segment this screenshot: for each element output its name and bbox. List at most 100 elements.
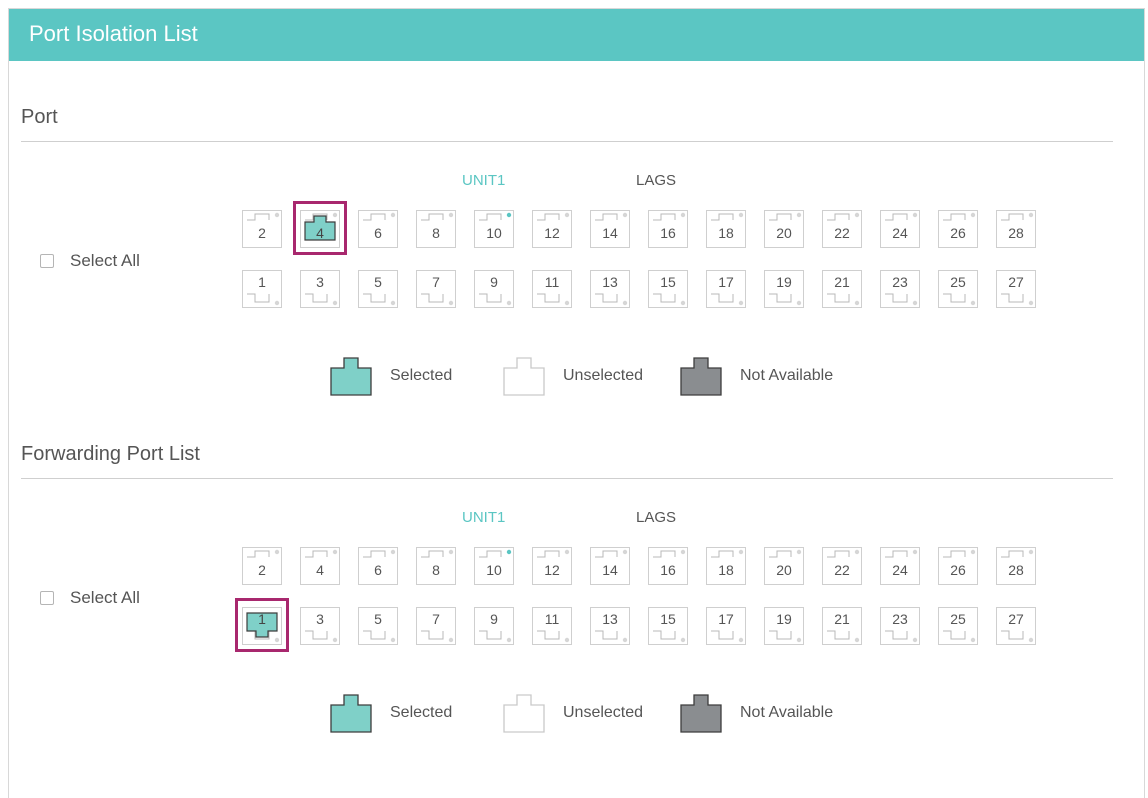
port-4[interactable]: 4 xyxy=(293,201,347,255)
port-number: 6 xyxy=(374,225,382,241)
port-6[interactable]: 6 xyxy=(358,547,398,585)
legend-swatch-icon xyxy=(680,693,722,733)
port-23[interactable]: 23 xyxy=(880,607,920,645)
port-2[interactable]: 2 xyxy=(242,210,282,248)
legend-unselected: Unselected xyxy=(503,693,643,733)
port-number: 8 xyxy=(432,225,440,241)
port-number: 16 xyxy=(660,225,676,241)
legend-selected: Selected xyxy=(330,693,452,733)
port-number: 13 xyxy=(602,611,618,627)
port-22[interactable]: 22 xyxy=(822,547,862,585)
port-18[interactable]: 18 xyxy=(706,210,746,248)
port-26[interactable]: 26 xyxy=(938,547,978,585)
port-14[interactable]: 14 xyxy=(590,210,630,248)
port-number: 13 xyxy=(602,274,618,290)
port-number: 15 xyxy=(660,611,676,627)
port-25[interactable]: 25 xyxy=(938,270,978,308)
legend-label: Not Available xyxy=(740,704,834,721)
port-26[interactable]: 26 xyxy=(938,210,978,248)
port-16[interactable]: 16 xyxy=(648,210,688,248)
port-15[interactable]: 15 xyxy=(648,270,688,308)
port-number: 18 xyxy=(718,225,734,241)
port-number: 12 xyxy=(544,562,560,578)
select-all[interactable]: Select All xyxy=(40,588,140,608)
port-10[interactable]: 10 xyxy=(474,210,514,248)
port-10[interactable]: 10 xyxy=(474,547,514,585)
lags-tab[interactable]: LAGS xyxy=(636,509,676,526)
port-number: 2 xyxy=(258,562,266,578)
port-number: 26 xyxy=(950,225,966,241)
port-number: 21 xyxy=(834,611,850,627)
port-number: 21 xyxy=(834,274,850,290)
legend-selected: Selected xyxy=(330,356,452,396)
port-4[interactable]: 4 xyxy=(300,547,340,585)
port-5[interactable]: 5 xyxy=(358,607,398,645)
port-18[interactable]: 18 xyxy=(706,547,746,585)
port-12[interactable]: 12 xyxy=(532,547,572,585)
lags-tab[interactable]: LAGS xyxy=(636,172,676,189)
select-all[interactable]: Select All xyxy=(40,251,140,271)
port-5[interactable]: 5 xyxy=(358,270,398,308)
port-3[interactable]: 3 xyxy=(300,270,340,308)
port-6[interactable]: 6 xyxy=(358,210,398,248)
select-all-checkbox[interactable] xyxy=(40,591,54,605)
port-8[interactable]: 8 xyxy=(416,547,456,585)
select-all-checkbox[interactable] xyxy=(40,254,54,268)
port-isolation-panel: Port Isolation List xyxy=(8,8,1145,798)
port-1[interactable]: 1 xyxy=(235,598,289,652)
port-2[interactable]: 2 xyxy=(242,547,282,585)
port-7[interactable]: 7 xyxy=(416,607,456,645)
port-11[interactable]: 11 xyxy=(532,270,572,308)
section-title: Forwarding Port List xyxy=(21,443,200,465)
port-number: 28 xyxy=(1008,225,1024,241)
port-13[interactable]: 13 xyxy=(590,607,630,645)
port-25[interactable]: 25 xyxy=(938,607,978,645)
port-17[interactable]: 17 xyxy=(706,607,746,645)
port-8[interactable]: 8 xyxy=(416,210,456,248)
port-27[interactable]: 27 xyxy=(996,270,1036,308)
port-3[interactable]: 3 xyxy=(300,607,340,645)
port-20[interactable]: 20 xyxy=(764,547,804,585)
port-19[interactable]: 19 xyxy=(764,607,804,645)
port-22[interactable]: 22 xyxy=(822,210,862,248)
port-number: 25 xyxy=(950,611,966,627)
port-19[interactable]: 19 xyxy=(764,270,804,308)
unit1-tab[interactable]: UNIT1 xyxy=(462,172,505,189)
port-number: 14 xyxy=(602,225,618,241)
port-21[interactable]: 21 xyxy=(822,607,862,645)
port-number: 14 xyxy=(602,562,618,578)
port-number: 12 xyxy=(544,225,560,241)
legend-unselected: Unselected xyxy=(503,356,643,396)
port-number: 8 xyxy=(432,562,440,578)
port-23[interactable]: 23 xyxy=(880,270,920,308)
port-9[interactable]: 9 xyxy=(474,270,514,308)
port-number: 5 xyxy=(374,274,382,290)
port-28[interactable]: 28 xyxy=(996,210,1036,248)
port-28[interactable]: 28 xyxy=(996,547,1036,585)
port-21[interactable]: 21 xyxy=(822,270,862,308)
legend-swatch-icon xyxy=(680,356,722,396)
port-7[interactable]: 7 xyxy=(416,270,456,308)
legend-label: Unselected xyxy=(563,367,644,384)
port-number: 19 xyxy=(776,611,792,627)
legend-label: Not Available xyxy=(740,367,834,384)
port-24[interactable]: 24 xyxy=(880,210,920,248)
port-1[interactable]: 1 xyxy=(242,270,282,308)
legend-swatch-icon xyxy=(503,356,545,396)
port-highlight xyxy=(293,201,347,255)
section-divider xyxy=(21,141,1113,142)
unit1-tab[interactable]: UNIT1 xyxy=(462,509,505,526)
port-17[interactable]: 17 xyxy=(706,270,746,308)
port-13[interactable]: 13 xyxy=(590,270,630,308)
port-9[interactable]: 9 xyxy=(474,607,514,645)
port-24[interactable]: 24 xyxy=(880,547,920,585)
port-14[interactable]: 14 xyxy=(590,547,630,585)
port-12[interactable]: 12 xyxy=(532,210,572,248)
port-number: 9 xyxy=(490,611,498,627)
port-20[interactable]: 20 xyxy=(764,210,804,248)
port-15[interactable]: 15 xyxy=(648,607,688,645)
port-16[interactable]: 16 xyxy=(648,547,688,585)
port-11[interactable]: 11 xyxy=(532,607,572,645)
port-number: 1 xyxy=(258,274,266,290)
port-27[interactable]: 27 xyxy=(996,607,1036,645)
